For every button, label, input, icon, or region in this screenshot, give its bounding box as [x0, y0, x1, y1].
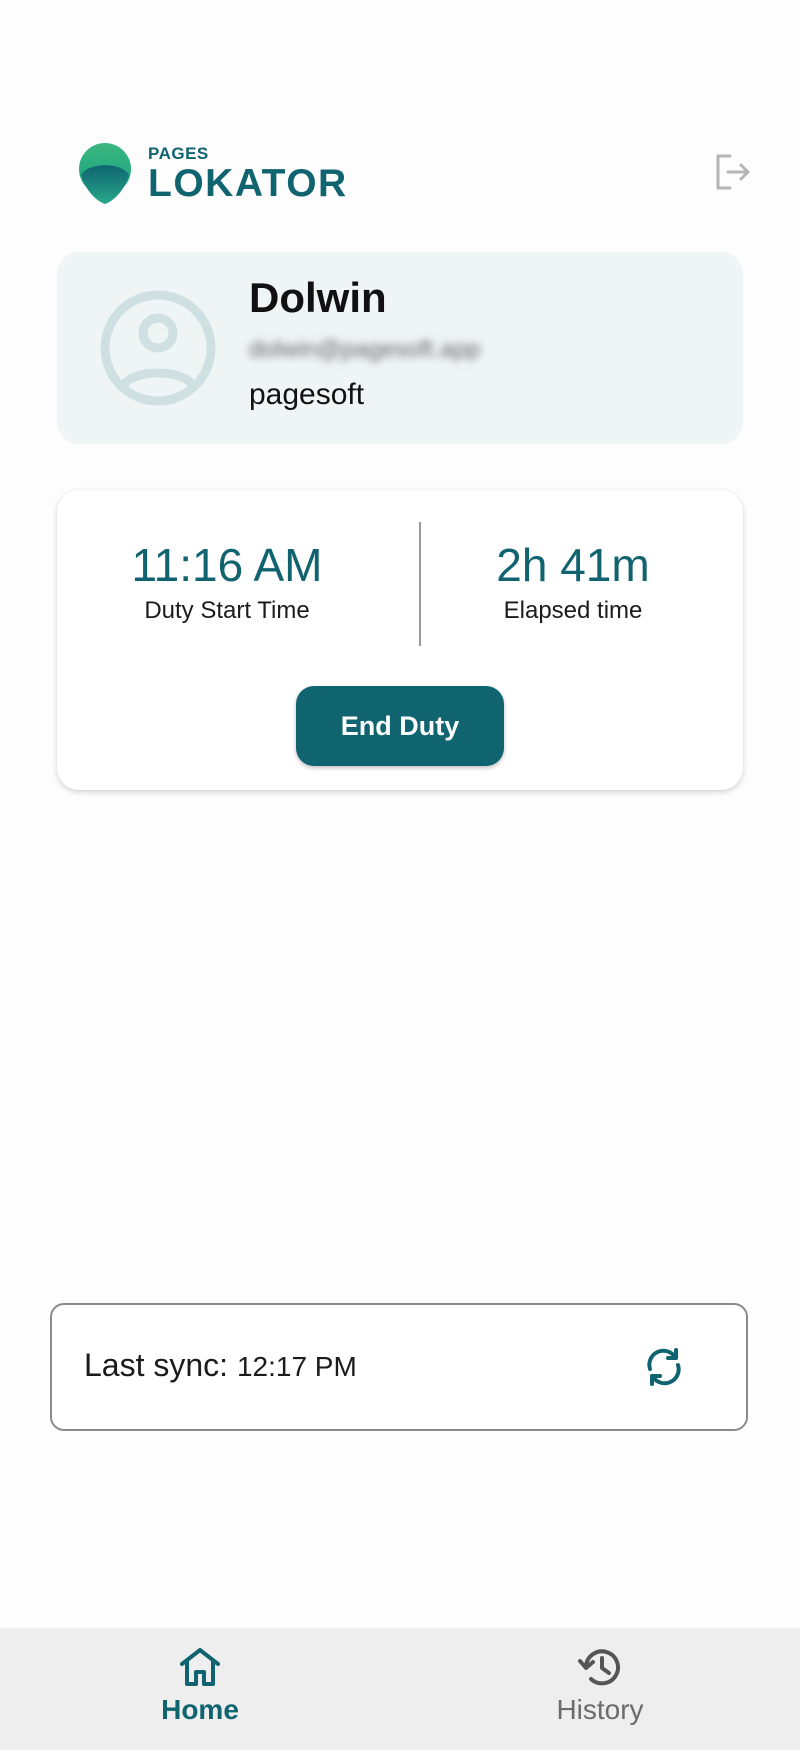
nav-history-label: History — [556, 1694, 644, 1725]
logo-mark-icon — [79, 143, 131, 204]
profile-organization: pagesoft — [249, 378, 365, 411]
profile-info: Dolwin dolwin@pagesoft.app pagesoft — [249, 270, 480, 412]
profile-email: dolwin@pagesoft.app — [249, 336, 481, 363]
app-logo: PAGES LOKATOR — [78, 142, 348, 206]
app-header: PAGES LOKATOR — [78, 138, 752, 208]
nav-home[interactable]: Home — [80, 1646, 320, 1742]
logo-small-text: PAGES — [148, 144, 209, 163]
logo-big-text: LOKATOR — [148, 162, 348, 205]
elapsed-section: 2h 41m Elapsed time — [403, 540, 743, 625]
sync-card: Last sync: 12:17 PM — [50, 1303, 748, 1431]
profile-card: Dolwin dolwin@pagesoft.app pagesoft — [57, 252, 743, 444]
elapsed-time: 2h 41m — [496, 539, 650, 591]
bottom-nav: Home History — [0, 1628, 800, 1750]
sync-label: Last sync: — [84, 1347, 229, 1383]
sync-icon — [647, 1348, 681, 1386]
sync-button[interactable] — [640, 1343, 688, 1391]
profile-name: Dolwin — [249, 274, 387, 321]
sync-time: 12:17 PM — [236, 1351, 357, 1382]
home-screen: PAGES LOKATOR Dolwin dolwin@pagesoft.app… — [0, 0, 800, 1750]
logout-button[interactable] — [712, 152, 752, 192]
home-icon — [180, 1648, 220, 1686]
duty-card: 11:16 AM Duty Start Time 2h 41m Elapsed … — [57, 490, 743, 790]
nav-home-label: Home — [161, 1694, 239, 1725]
logout-icon — [716, 154, 750, 190]
elapsed-label: Elapsed time — [503, 596, 643, 624]
avatar-icon — [100, 290, 216, 406]
logo-text: PAGES LOKATOR — [148, 145, 348, 203]
duty-start-time: 11:16 AM — [131, 539, 323, 591]
duty-start-label: Duty Start Time — [144, 596, 310, 624]
end-duty-button[interactable]: End Duty — [296, 686, 504, 766]
history-icon — [578, 1649, 620, 1686]
duty-start-section: 11:16 AM Duty Start Time — [57, 540, 397, 625]
sync-status: Last sync: 12:17 PM — [84, 1347, 357, 1384]
nav-history[interactable]: History — [480, 1646, 720, 1742]
